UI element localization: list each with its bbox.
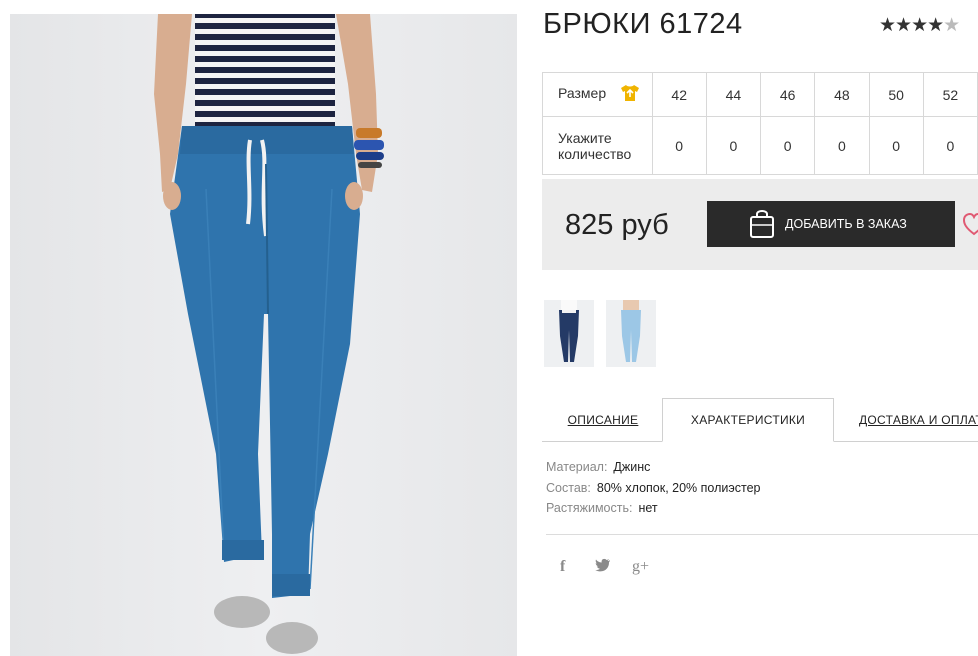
tab-delivery-payment-label: ДОСТАВКА И ОПЛАТА [859, 413, 978, 427]
quantity-label-line1: Укажите [558, 129, 612, 146]
product-title: БРЮКИ 61724 [543, 8, 743, 40]
quantity-input[interactable]: 0 [868, 116, 924, 175]
quantity-input[interactable]: 0 [651, 116, 707, 175]
size-cell[interactable]: 48 [814, 72, 870, 117]
add-to-order-button[interactable]: ДОБАВИТЬ В ЗАКАЗ [707, 201, 955, 247]
tab-description[interactable]: ОПИСАНИЕ [542, 398, 664, 442]
spec-row-composition: Состав: 80% хлопок, 20% полиэстер [546, 481, 760, 495]
spec-key: Материал: [546, 460, 608, 474]
rating-half-star-icon: ★ [943, 15, 960, 36]
quantity-label-line2: количество [558, 145, 632, 162]
add-to-order-label: ДОБАВИТЬ В ЗАКАЗ [785, 217, 907, 231]
spec-row-stretch: Растяжимость: нет [546, 501, 658, 515]
product-thumbnail[interactable] [544, 300, 594, 367]
spec-row-material: Материал: Джинс [546, 460, 650, 474]
spec-value: нет [638, 501, 658, 515]
product-thumbnail[interactable] [606, 300, 656, 367]
facebook-icon[interactable]: f [560, 558, 565, 576]
quantity-input[interactable]: 0 [922, 116, 978, 175]
tab-characteristics[interactable]: ХАРАКТЕРИСТИКИ [662, 398, 834, 442]
size-cell[interactable]: 50 [868, 72, 924, 117]
size-cell[interactable]: 46 [760, 72, 816, 117]
product-main-image[interactable] [10, 14, 517, 656]
tab-delivery-payment[interactable]: ДОСТАВКА И ОПЛАТА [846, 398, 978, 442]
spec-key: Растяжимость: [546, 501, 633, 515]
thumbnail-dark-pants [544, 300, 594, 367]
quantity-input[interactable]: 0 [760, 116, 816, 175]
quantity-input[interactable]: 0 [814, 116, 870, 175]
tab-description-label: ОПИСАНИЕ [567, 413, 639, 427]
tshirt-size-icon[interactable] [620, 84, 640, 105]
size-cell[interactable]: 44 [705, 72, 762, 117]
size-table: Размер 42 44 46 48 50 52 Укажите количес… [542, 72, 978, 175]
rating-stars[interactable]: ★★★★★ [879, 14, 960, 37]
thumbnail-light-pants [606, 300, 656, 367]
spec-value: 80% хлопок, 20% полиэстер [596, 481, 761, 495]
heart-icon[interactable] [962, 212, 978, 242]
section-divider [546, 534, 978, 535]
spec-key: Состав: [546, 481, 591, 495]
googleplus-icon[interactable]: g+ [632, 558, 649, 576]
size-label: Размер [558, 85, 607, 102]
size-row: Размер 42 44 46 48 50 52 [542, 72, 978, 117]
rating-full-stars: ★★★★ [879, 15, 944, 36]
price-box: 825 руб ДОБАВИТЬ В ЗАКАЗ [542, 179, 978, 270]
tab-characteristics-label: ХАРАКТЕРИСТИКИ [690, 413, 806, 427]
shopping-bag-icon [749, 208, 775, 241]
product-price: 825 руб [565, 209, 669, 241]
quantity-input[interactable]: 0 [705, 116, 762, 175]
size-cell[interactable]: 52 [922, 72, 978, 117]
quantity-label-cell: Укажите количество [542, 116, 653, 175]
quantity-row: Укажите количество 0 0 0 0 0 0 [542, 116, 978, 175]
spec-value: Джинс [613, 460, 651, 474]
twitter-icon[interactable] [595, 558, 611, 577]
size-label-cell: Размер [542, 72, 653, 117]
pants-illustration [154, 14, 384, 654]
size-cell[interactable]: 42 [651, 72, 707, 117]
